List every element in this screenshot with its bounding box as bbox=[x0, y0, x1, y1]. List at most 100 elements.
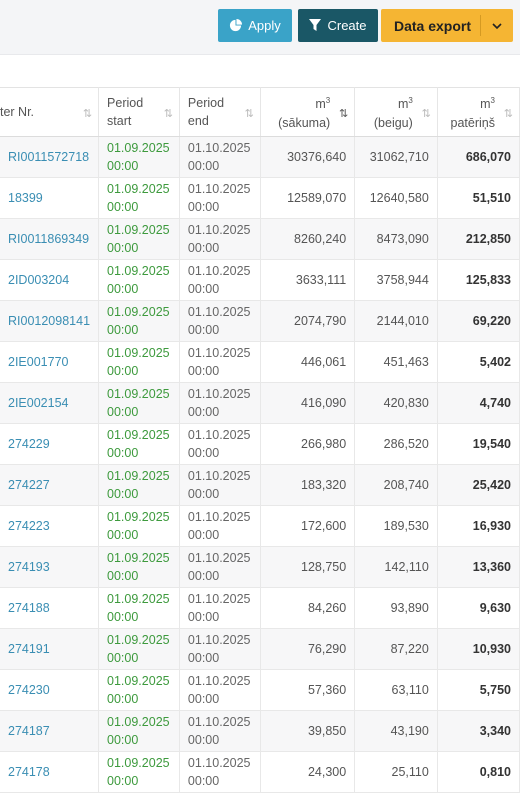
period-end-time: 00:00 bbox=[187, 241, 220, 255]
meter-number-link[interactable]: 274227 bbox=[0, 464, 100, 506]
period-end-cell: 01.10.2025 00:00 bbox=[179, 300, 261, 342]
period-end-time: 00:00 bbox=[187, 159, 220, 173]
table-row[interactable]: 274188 01.09.2025 00:00 01.10.2025 00:00 84,2… bbox=[0, 587, 520, 629]
chevron-down-icon[interactable] bbox=[491, 16, 503, 39]
period-start-time: 00:00 bbox=[107, 487, 139, 501]
period-start-date: 01.09.2025 bbox=[107, 592, 170, 606]
m3-consumption-cell: 125,833 bbox=[437, 259, 520, 301]
period-start-cell: 01.09.2025 00:00 bbox=[98, 382, 180, 424]
m3-consumption-cell: 9,630 bbox=[437, 587, 520, 629]
period-end-cell: 01.10.2025 00:00 bbox=[179, 546, 261, 588]
table-row[interactable]: 274193 01.09.2025 00:00 01.10.2025 00:00 128,… bbox=[0, 546, 520, 588]
period-end-date: 01.10.2025 bbox=[187, 182, 251, 196]
period-start-cell: 01.09.2025 00:00 bbox=[98, 669, 180, 711]
period-end-time: 00:00 bbox=[187, 323, 220, 337]
header-m3-end-unit: m bbox=[397, 97, 409, 112]
m3-start-cell: 30376,640 bbox=[260, 136, 356, 178]
sort-desc-icon[interactable]: ⇅ bbox=[339, 105, 348, 123]
data-export-button[interactable]: Data export bbox=[381, 9, 513, 42]
meter-number-link[interactable]: RI0011572718 bbox=[0, 136, 100, 178]
table-row[interactable]: 274230 01.09.2025 00:00 01.10.2025 00:00 57,3… bbox=[0, 669, 520, 711]
meter-number-link[interactable]: 274193 bbox=[0, 546, 100, 588]
m3-start-cell: 24,300 bbox=[260, 751, 356, 793]
m3-start-cell: 8260,240 bbox=[260, 218, 356, 260]
m3-consumption-cell: 686,070 bbox=[437, 136, 520, 178]
period-start-date: 01.09.2025 bbox=[107, 264, 170, 278]
sort-icon[interactable]: ⇅ bbox=[504, 105, 513, 123]
period-start-date: 01.09.2025 bbox=[107, 469, 170, 483]
meter-number-link[interactable]: 18399 bbox=[0, 177, 100, 219]
table-row[interactable]: 2ID003204 01.09.2025 00:00 01.10.2025 00:00 3… bbox=[0, 259, 520, 301]
period-start-cell: 01.09.2025 00:00 bbox=[98, 710, 180, 752]
sort-icon[interactable]: ⇅ bbox=[245, 105, 254, 123]
period-end-time: 00:00 bbox=[187, 569, 220, 583]
m3-end-cell: 420,830 bbox=[354, 382, 438, 424]
m3-start-cell: 57,360 bbox=[260, 669, 356, 711]
m3-consumption-cell: 10,930 bbox=[437, 628, 520, 670]
meter-number-link[interactable]: 274230 bbox=[0, 669, 100, 711]
table-row[interactable]: 18399 01.09.2025 00:00 01.10.2025 00:00 12589… bbox=[0, 177, 520, 219]
column-header-m3-start[interactable]: m3 (sākuma) ⇅ bbox=[260, 87, 356, 137]
meter-number-link[interactable]: 274188 bbox=[0, 587, 100, 629]
meter-number-link[interactable]: RI0011869349 bbox=[0, 218, 100, 260]
period-end-date: 01.10.2025 bbox=[187, 264, 251, 278]
m3-end-cell: 142,110 bbox=[354, 546, 438, 588]
m3-end-cell: 12640,580 bbox=[354, 177, 438, 219]
table-row[interactable]: 274227 01.09.2025 00:00 01.10.2025 00:00 183,… bbox=[0, 464, 520, 506]
period-end-cell: 01.10.2025 00:00 bbox=[179, 218, 261, 260]
table-row[interactable]: RI0011572718 01.09.2025 00:00 01.10.2025 00:… bbox=[0, 136, 520, 178]
period-end-cell: 01.10.2025 00:00 bbox=[179, 669, 261, 711]
pie-chart-icon bbox=[229, 19, 243, 32]
period-start-cell: 01.09.2025 00:00 bbox=[98, 505, 180, 547]
m3-start-cell: 2074,790 bbox=[260, 300, 356, 342]
table-row[interactable]: 274191 01.09.2025 00:00 01.10.2025 00:00 76,2… bbox=[0, 628, 520, 670]
period-end-cell: 01.10.2025 00:00 bbox=[179, 177, 261, 219]
period-end-time: 00:00 bbox=[187, 610, 220, 624]
period-end-time: 00:00 bbox=[187, 405, 220, 419]
table-row[interactable]: RI0012098141 01.09.2025 00:00 01.10.2025 00:… bbox=[0, 300, 520, 342]
column-header-period-start[interactable]: Period start ⇅ bbox=[98, 87, 180, 137]
column-header-meter[interactable]: ter Nr. ⇅ bbox=[0, 87, 100, 137]
period-start-cell: 01.09.2025 00:00 bbox=[98, 751, 180, 793]
table-row[interactable]: 2IE001770 01.09.2025 00:00 01.10.2025 00:00 4… bbox=[0, 341, 520, 383]
sort-icon[interactable]: ⇅ bbox=[422, 105, 431, 123]
column-header-m3-end[interactable]: m3 (beigu) ⇅ bbox=[354, 87, 438, 137]
period-start-date: 01.09.2025 bbox=[107, 346, 170, 360]
table-header-row: ter Nr. ⇅ Period start ⇅ Period end ⇅ m3… bbox=[0, 87, 520, 137]
create-button[interactable]: Create bbox=[298, 9, 378, 42]
m3-end-cell: 8473,090 bbox=[354, 218, 438, 260]
meter-number-link[interactable]: 274229 bbox=[0, 423, 100, 465]
m3-end-cell: 451,463 bbox=[354, 341, 438, 383]
meter-number-link[interactable]: 274187 bbox=[0, 710, 100, 752]
sort-icon[interactable]: ⇅ bbox=[83, 105, 92, 123]
apply-button[interactable]: Apply bbox=[218, 9, 292, 42]
column-header-period-end[interactable]: Period end ⇅ bbox=[179, 87, 261, 137]
m3-start-cell: 12589,070 bbox=[260, 177, 356, 219]
table-row[interactable]: 274223 01.09.2025 00:00 01.10.2025 00:00 172,… bbox=[0, 505, 520, 547]
period-start-time: 00:00 bbox=[107, 405, 139, 419]
meter-number-link[interactable]: 2IE001770 bbox=[0, 341, 100, 383]
m3-consumption-cell: 69,220 bbox=[437, 300, 520, 342]
period-end-time: 00:00 bbox=[187, 528, 220, 542]
table-row[interactable]: 274229 01.09.2025 00:00 01.10.2025 00:00 266,… bbox=[0, 423, 520, 465]
period-start-date: 01.09.2025 bbox=[107, 182, 170, 196]
period-end-time: 00:00 bbox=[187, 282, 220, 296]
meter-number-link[interactable]: 274178 bbox=[0, 751, 100, 793]
table-row[interactable]: 274178 01.09.2025 00:00 01.10.2025 00:00 24,3… bbox=[0, 751, 520, 793]
header-m3-cons-sup: 3 bbox=[490, 96, 495, 106]
sort-icon[interactable]: ⇅ bbox=[164, 105, 173, 123]
m3-consumption-cell: 3,340 bbox=[437, 710, 520, 752]
meter-number-link[interactable]: 2ID003204 bbox=[0, 259, 100, 301]
meter-number-link[interactable]: 2IE002154 bbox=[0, 382, 100, 424]
table-row[interactable]: 274187 01.09.2025 00:00 01.10.2025 00:00 39,8… bbox=[0, 710, 520, 752]
meter-number-link[interactable]: RI0012098141 bbox=[0, 300, 100, 342]
period-end-date: 01.10.2025 bbox=[187, 305, 251, 319]
table-row[interactable]: 2IE002154 01.09.2025 00:00 01.10.2025 00:00 4… bbox=[0, 382, 520, 424]
meter-number-link[interactable]: 274223 bbox=[0, 505, 100, 547]
period-end-time: 00:00 bbox=[187, 364, 220, 378]
period-end-date: 01.10.2025 bbox=[187, 223, 251, 237]
create-label: Create bbox=[327, 18, 367, 33]
meter-number-link[interactable]: 274191 bbox=[0, 628, 100, 670]
column-header-m3-consumption[interactable]: m3 patēriņš ⇅ bbox=[437, 87, 520, 137]
table-row[interactable]: RI0011869349 01.09.2025 00:00 01.10.2025 00:… bbox=[0, 218, 520, 260]
